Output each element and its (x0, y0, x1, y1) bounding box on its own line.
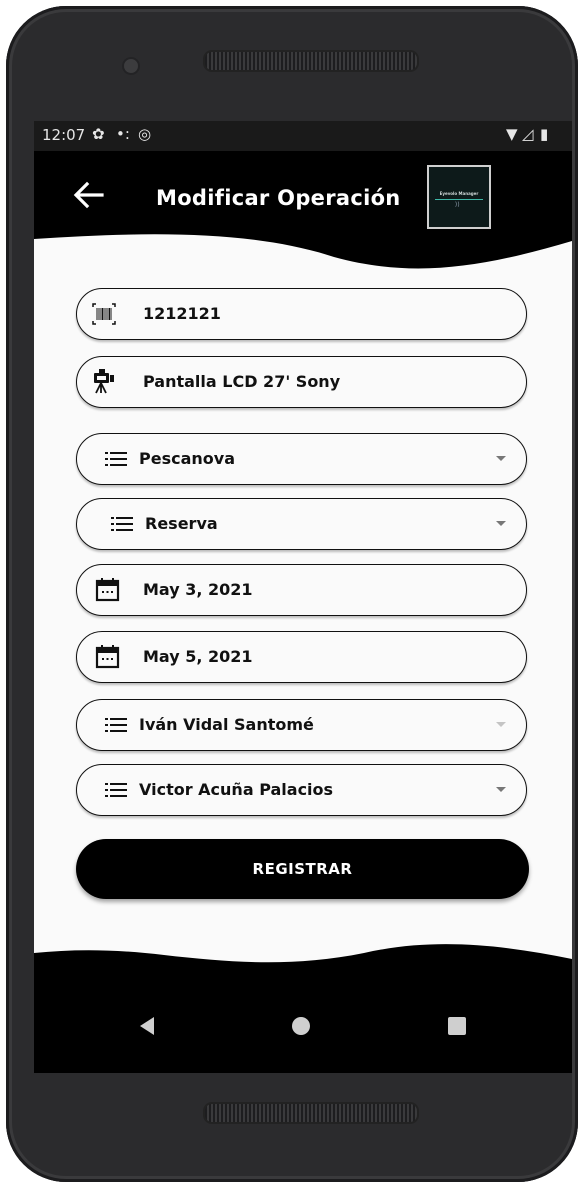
type-selected-value: Reserva (145, 514, 218, 533)
device-screen: 12:07 ✿ •: ◎ ▼ ◿ ▮ Modificar Operación E… (34, 121, 572, 1073)
product-value: Pantalla LCD 27' Sony (143, 372, 341, 391)
product-field[interactable]: Pantalla LCD 27' Sony (76, 356, 527, 408)
barcode-value: 1212121 (143, 304, 221, 323)
list-icon (111, 517, 133, 531)
client-dropdown[interactable]: Pescanova (76, 433, 527, 485)
operation-form: 1212121 Pantalla LCD 27' Sony Pescanova (34, 121, 572, 1073)
top-speaker (203, 50, 419, 72)
responsible-selected-value: Victor Acuña Palacios (139, 780, 334, 799)
calendar-icon (95, 645, 120, 669)
front-camera (122, 57, 140, 75)
chevron-down-icon (496, 787, 506, 792)
employee-selected-value: Iván Vidal Santomé (139, 715, 314, 734)
bottom-speaker (203, 1102, 419, 1124)
calendar-icon (95, 578, 120, 602)
start-date-field[interactable]: May 3, 2021 (76, 564, 527, 616)
client-selected-value: Pescanova (139, 449, 235, 468)
nav-recents-icon[interactable] (448, 1017, 466, 1035)
camera-tripod-icon (94, 369, 114, 394)
list-icon (105, 718, 127, 732)
nav-home-icon[interactable] (292, 1017, 310, 1035)
register-button[interactable]: REGISTRAR (76, 839, 529, 899)
responsible-dropdown[interactable]: Victor Acuña Palacios (76, 764, 527, 816)
barcode-field[interactable]: 1212121 (76, 288, 527, 340)
start-date-value: May 3, 2021 (143, 580, 253, 599)
employee-dropdown[interactable]: Iván Vidal Santomé (76, 699, 527, 751)
end-date-value: May 5, 2021 (143, 647, 253, 666)
chevron-down-icon (496, 456, 506, 461)
chevron-down-icon (496, 521, 506, 526)
type-dropdown[interactable]: Reserva (76, 498, 527, 550)
nav-back-icon[interactable] (140, 1017, 154, 1035)
android-nav-bar (34, 981, 572, 1073)
chevron-down-icon (496, 722, 506, 727)
barcode-icon (92, 303, 116, 325)
end-date-field[interactable]: May 5, 2021 (76, 631, 527, 683)
list-icon (105, 452, 127, 466)
list-icon (105, 783, 127, 797)
